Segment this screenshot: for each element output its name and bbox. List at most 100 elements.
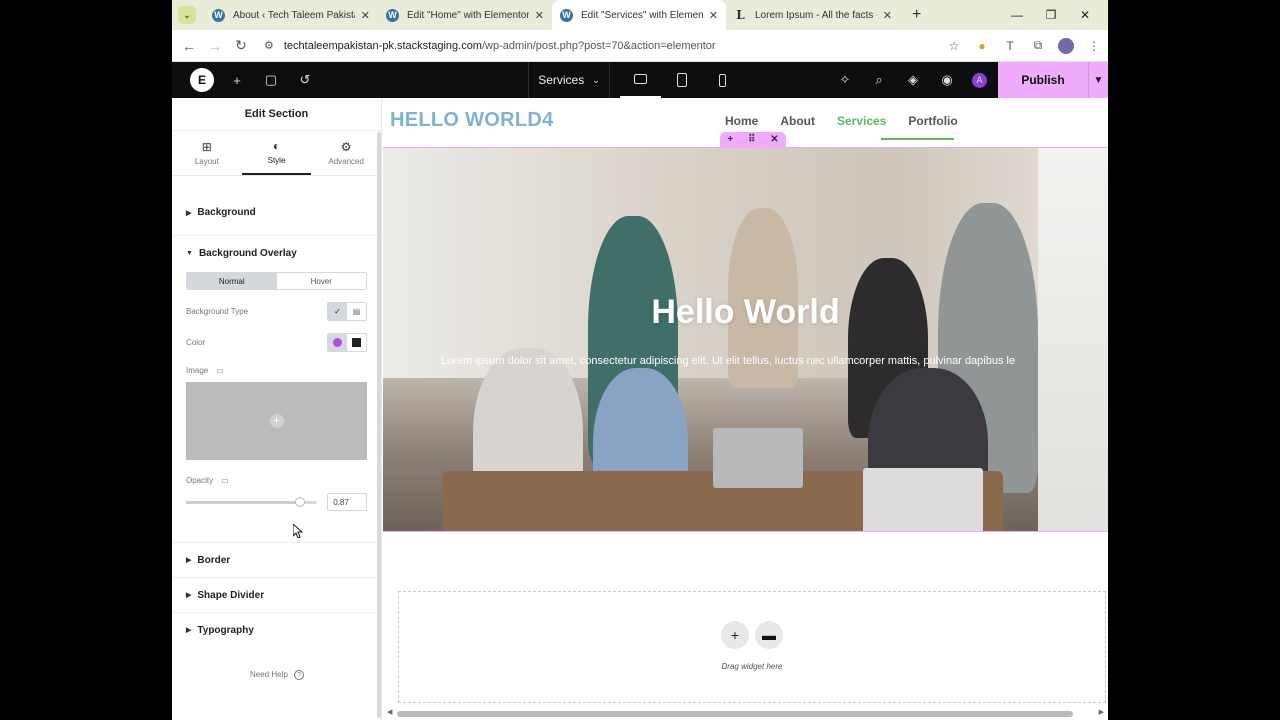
tab-bar: ⌄ W About ‹ Tech Taleem Pakistan — ✕ W E… xyxy=(172,0,1108,30)
browser-tab-about[interactable]: W About ‹ Tech Taleem Pakistan — ✕ xyxy=(204,0,378,30)
opacity-slider[interactable] xyxy=(186,496,318,507)
section-label: Shape Divider xyxy=(197,589,265,601)
hero-section[interactable]: Hello World Lorem ipsum dolor sit amet, … xyxy=(383,147,1108,532)
user-avatar[interactable]: A xyxy=(972,72,987,88)
ai-sparkle-icon[interactable]: ✧ xyxy=(828,72,862,88)
add-new-section-icon[interactable]: + xyxy=(721,621,749,649)
page-name: Services xyxy=(538,73,585,87)
site-nav: Home About Services Portfolio xyxy=(725,114,958,128)
hero-title[interactable]: Hello World xyxy=(383,293,1108,332)
publish-button[interactable]: Publish xyxy=(998,62,1088,98)
add-section-icon[interactable]: + xyxy=(727,134,733,145)
brush-icon[interactable]: ✓ xyxy=(328,303,347,320)
editor-panel: Edit Section ⊞ Layout ◐ Style ⚙ Advanced… xyxy=(172,98,382,720)
gradient-icon[interactable]: ▤ xyxy=(347,303,366,320)
minimize-icon[interactable]: — xyxy=(1000,8,1034,22)
section-shape-divider[interactable]: ▶ Shape Divider xyxy=(172,577,381,612)
elementor-logo-icon[interactable]: E xyxy=(190,68,214,92)
address-bar: ← → ↻ ⚙ techtaleempakistan-pk.stackstagi… xyxy=(172,30,1108,62)
nav-services[interactable]: Services xyxy=(837,114,886,128)
panel-title: Edit Section xyxy=(172,98,381,131)
wordpress-icon: W xyxy=(212,8,225,22)
caret-down-icon: ▼ xyxy=(186,249,193,257)
extension-t-icon[interactable]: T xyxy=(996,39,1024,53)
extension-icon[interactable]: ● xyxy=(968,39,996,53)
history-icon[interactable]: ↺ xyxy=(288,72,322,88)
tab-advanced[interactable]: ⚙ Advanced xyxy=(311,131,381,175)
page-select[interactable]: Services ⌄ xyxy=(528,62,610,98)
control-label: Opacity xyxy=(186,475,214,485)
tab-search-button[interactable]: ⌄ xyxy=(178,6,196,24)
slider-handle[interactable] xyxy=(295,496,306,507)
state-switch: Normal Hover xyxy=(186,272,367,290)
search-icon[interactable]: ⌕ xyxy=(862,72,896,88)
panel-scrollbar[interactable] xyxy=(377,132,381,718)
extensions-puzzle-icon[interactable]: ⧉ xyxy=(1024,38,1052,53)
empty-section-dropzone[interactable]: + ▬ Drag widget here xyxy=(398,591,1106,703)
overlay-header[interactable]: ▼ Background Overlay xyxy=(186,236,367,270)
browser-tab-edit-services[interactable]: W Edit "Services" with Elementor ✕ xyxy=(552,0,726,30)
reload-icon[interactable]: ↻ xyxy=(228,37,254,54)
hero-text[interactable]: Lorem ipsum dolor sit amet, consectetur … xyxy=(441,355,1053,367)
close-window-icon[interactable]: ✕ xyxy=(1068,8,1102,22)
nav-about[interactable]: About xyxy=(780,114,815,128)
nav-portfolio[interactable]: Portfolio xyxy=(908,114,957,128)
desktop-icon[interactable] xyxy=(620,62,661,98)
section-handle: + ⠿ ✕ xyxy=(720,132,786,147)
drag-section-icon[interactable]: ⠿ xyxy=(748,134,755,145)
opacity-input[interactable]: 0.87 xyxy=(327,493,367,511)
active-nav-underline xyxy=(881,138,954,140)
url-field[interactable]: ⚙ techtaleempakistan-pk.stackstaging.com… xyxy=(264,39,940,53)
scroll-left-icon[interactable]: ◀ xyxy=(387,708,392,716)
tab-layout[interactable]: ⊞ Layout xyxy=(172,131,242,175)
image-placeholder[interactable]: + xyxy=(186,382,367,460)
close-icon[interactable]: ✕ xyxy=(883,9,892,22)
global-colors-icon[interactable] xyxy=(328,334,347,351)
preview-eye-icon[interactable]: ◉ xyxy=(930,72,964,88)
chevron-down-icon[interactable]: ▼ xyxy=(1088,62,1108,98)
section-border[interactable]: ▶ Border xyxy=(172,542,381,577)
close-icon[interactable]: ✕ xyxy=(361,9,370,22)
browser-tab-edit-home[interactable]: W Edit "Home" with Elementor ✕ xyxy=(378,0,552,30)
section-typography[interactable]: ▶ Typography xyxy=(172,612,381,647)
normal-tab[interactable]: Normal xyxy=(187,273,277,289)
tab-title: Edit "Home" with Elementor xyxy=(407,9,529,21)
close-icon[interactable]: ✕ xyxy=(535,9,544,22)
mobile-icon[interactable] xyxy=(702,62,743,98)
nav-home[interactable]: Home xyxy=(725,114,758,128)
site-info-icon[interactable]: ⚙ xyxy=(264,39,274,52)
scroll-right-icon[interactable]: ▶ xyxy=(1099,708,1104,716)
back-icon[interactable]: ← xyxy=(176,38,202,54)
collapse-panel-icon[interactable]: ‹ xyxy=(383,448,393,472)
color-control: Color xyxy=(186,327,367,358)
profile-avatar[interactable] xyxy=(1058,37,1074,54)
restore-icon[interactable]: ❐ xyxy=(1034,8,1068,22)
lorem-icon: L xyxy=(736,8,745,22)
photo-window xyxy=(1038,148,1108,531)
new-tab-button[interactable]: + xyxy=(912,6,921,24)
add-element-icon[interactable]: + xyxy=(220,73,254,88)
need-help-link[interactable]: Need Help ? xyxy=(172,670,382,680)
browser-menu-icon[interactable]: ⋮ xyxy=(1080,39,1108,53)
caret-right-icon: ▶ xyxy=(186,592,192,599)
horizontal-scrollbar[interactable] xyxy=(397,711,1073,717)
hover-tab[interactable]: Hover xyxy=(277,273,367,289)
delete-section-icon[interactable]: ✕ xyxy=(770,134,778,145)
opacity-control-label: Opacity ▭ xyxy=(186,466,367,494)
section-background-overlay: ▼ Background Overlay Normal Hover Backgr… xyxy=(172,236,381,511)
style-half-circle-icon: ◐ xyxy=(272,139,281,153)
site-title[interactable]: HELLO WORLD4 xyxy=(390,109,554,132)
close-icon[interactable]: ✕ xyxy=(709,9,718,22)
color-swatch[interactable] xyxy=(347,334,366,351)
tablet-icon[interactable] xyxy=(661,62,702,98)
page-settings-icon[interactable]: ▢ xyxy=(254,72,288,88)
url-path: /wp-admin/post.php?post=70&action=elemen… xyxy=(481,39,716,52)
bookmark-star-icon[interactable]: ☆ xyxy=(940,39,968,53)
chevron-down-icon: ⌄ xyxy=(592,74,600,85)
structure-layers-icon[interactable]: ◈ xyxy=(896,72,930,88)
template-library-folder-icon[interactable]: ▬ xyxy=(755,621,783,649)
tab-style[interactable]: ◐ Style xyxy=(241,131,312,175)
forward-icon[interactable]: → xyxy=(202,38,228,54)
section-background[interactable]: ▶ Background xyxy=(172,190,381,236)
browser-tab-lorem[interactable]: L Lorem Ipsum - All the facts - Lip ✕ xyxy=(726,0,900,30)
